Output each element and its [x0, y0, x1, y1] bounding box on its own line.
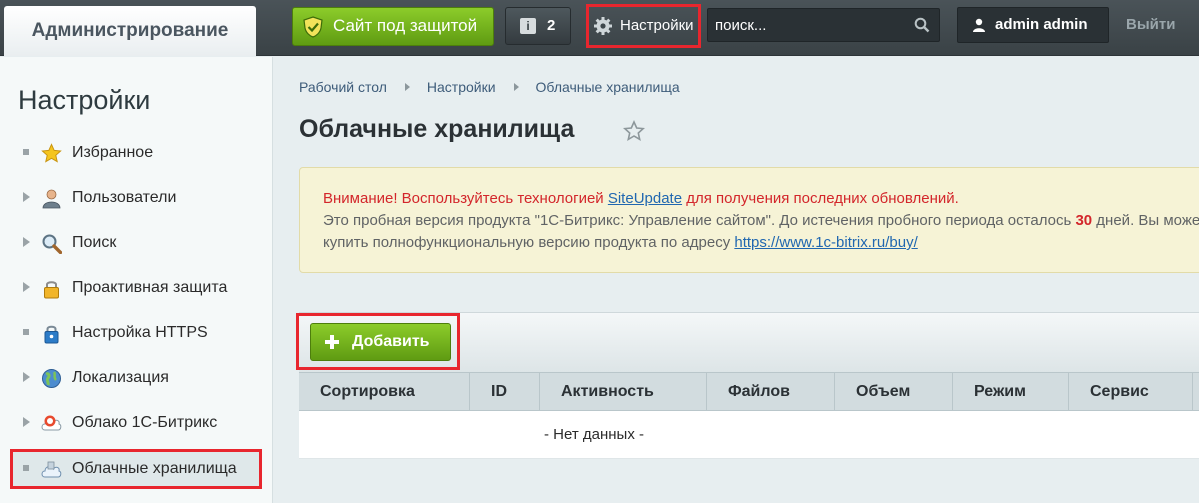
- table-body: - Нет данных -: [299, 411, 1199, 459]
- sidebar-item-label: Локализация: [72, 369, 169, 386]
- bullet-marker: [23, 329, 29, 335]
- admin-tab[interactable]: Администрирование: [4, 6, 256, 56]
- expand-arrow-icon[interactable]: [23, 417, 30, 427]
- info-icon: i: [520, 18, 536, 34]
- magnifier-icon: [42, 234, 62, 254]
- siteupdate-link[interactable]: SiteUpdate: [608, 190, 682, 207]
- sidebar-item-localization[interactable]: Локализация: [10, 358, 262, 398]
- sidebar-item-proactive[interactable]: Проактивная защита: [10, 268, 262, 308]
- add-button[interactable]: Добавить: [310, 323, 451, 361]
- column-files[interactable]: Файлов: [707, 373, 835, 410]
- plus-icon: [325, 335, 339, 349]
- warning-text: Внимание! Воспользуйтесь технологией: [323, 190, 608, 207]
- trial-days-suffix: дней. Вы можете: [1096, 212, 1199, 229]
- add-button-label: Добавить: [352, 333, 430, 350]
- column-active[interactable]: Активность: [540, 373, 707, 410]
- breadcrumb-item[interactable]: Облачные хранилища: [536, 79, 680, 95]
- user-menu-button[interactable]: admin admin: [957, 7, 1109, 43]
- sidebar-item-label: Облако 1С-Битрикс: [72, 414, 218, 431]
- gear-icon: [594, 17, 612, 35]
- expand-arrow-icon[interactable]: [23, 192, 30, 202]
- globe-icon: [42, 369, 61, 388]
- column-volume[interactable]: Объем: [835, 373, 953, 410]
- empty-table-message: - Нет данных -: [544, 426, 644, 443]
- expand-arrow-icon[interactable]: [23, 282, 30, 292]
- buy-text: купить полнофункциональную версию продук…: [323, 234, 735, 251]
- user-icon: [973, 18, 985, 32]
- search-box: [707, 8, 940, 42]
- user-icon: [42, 189, 61, 209]
- cloud-storage-icon: [41, 461, 62, 478]
- settings-button[interactable]: Настройки: [586, 4, 701, 48]
- column-id[interactable]: ID: [470, 373, 540, 410]
- settings-label: Настройки: [620, 17, 694, 34]
- https-lock-icon: [44, 325, 59, 344]
- lock-icon: [44, 281, 59, 299]
- search-icon[interactable]: [914, 17, 930, 33]
- notifications-count: 2: [547, 17, 556, 34]
- user-name: admin admin: [995, 16, 1088, 33]
- sidebar-title: Настройки: [18, 85, 151, 115]
- notifications-button[interactable]: i 2: [505, 7, 571, 45]
- breadcrumb-item[interactable]: Настройки: [427, 79, 496, 95]
- bitrix-cloud-icon: [41, 415, 62, 431]
- breadcrumb-separator-icon: [404, 83, 410, 91]
- update-warning-line: Внимание! Воспользуйтесь технологией Sit…: [323, 188, 1199, 210]
- warning-text-suffix: для получения последних обновлений.: [682, 190, 959, 207]
- sidebar-item-label: Избранное: [72, 144, 154, 161]
- trial-line: Это пробная версия продукта "1С-Битрикс:…: [323, 210, 1199, 232]
- buy-line: купить полнофункциональную версию продук…: [323, 232, 1199, 254]
- bullet-marker: [23, 149, 29, 155]
- sidebar-item-bitrix-cloud[interactable]: Облако 1С-Битрикс: [10, 403, 262, 443]
- sidebar-item-https[interactable]: Настройка HTTPS: [10, 313, 262, 353]
- favorite-star-icon[interactable]: [623, 120, 645, 142]
- sidebar-item-users[interactable]: Пользователи: [10, 178, 262, 218]
- logout-link[interactable]: Выйти: [1126, 16, 1175, 33]
- column-mode[interactable]: Режим: [953, 373, 1069, 410]
- buy-link[interactable]: https://www.1c-bitrix.ru/buy/: [734, 234, 917, 251]
- sidebar-item-label: Настройка HTTPS: [72, 324, 208, 341]
- expand-arrow-icon[interactable]: [23, 237, 30, 247]
- bullet-marker: [23, 465, 29, 471]
- sidebar-item-label: Проактивная защита: [72, 279, 228, 296]
- table-header: Сортировка ID Активность Файлов Объем Ре…: [299, 372, 1199, 411]
- site-secure-label: Сайт под защитой: [333, 16, 478, 35]
- sidebar-item-label: Пользователи: [72, 189, 177, 206]
- expand-arrow-icon[interactable]: [23, 372, 30, 382]
- star-icon: [41, 143, 62, 163]
- sidebar-item-favorites[interactable]: Избранное: [10, 133, 262, 173]
- sidebar-item-label: Облачные хранилища: [72, 460, 237, 477]
- sidebar-item-search[interactable]: Поиск: [10, 223, 262, 263]
- search-input[interactable]: [708, 9, 908, 41]
- column-sort[interactable]: Сортировка: [299, 373, 470, 410]
- trial-days: 30: [1075, 212, 1093, 229]
- shield-icon: [303, 16, 323, 38]
- site-secure-button[interactable]: Сайт под защитой: [292, 7, 494, 46]
- breadcrumb-separator-icon: [513, 83, 519, 91]
- sidebar-item-label: Поиск: [72, 234, 117, 251]
- breadcrumb-item[interactable]: Рабочий стол: [299, 79, 387, 95]
- column-service[interactable]: Сервис: [1069, 373, 1193, 410]
- sidebar-item-cloud-storage[interactable]: Облачные хранилища: [10, 449, 262, 489]
- trial-notice: Внимание! Воспользуйтесь технологией Sit…: [299, 167, 1199, 273]
- top-bar: Администрирование Сайт под защитой i 2 Н…: [0, 0, 1199, 56]
- breadcrumb: Рабочий стол Настройки Облачные хранилища: [299, 79, 680, 95]
- trial-text: Это пробная версия продукта "1С-Битрикс:…: [323, 212, 1076, 229]
- page-title: Облачные хранилища: [299, 115, 575, 143]
